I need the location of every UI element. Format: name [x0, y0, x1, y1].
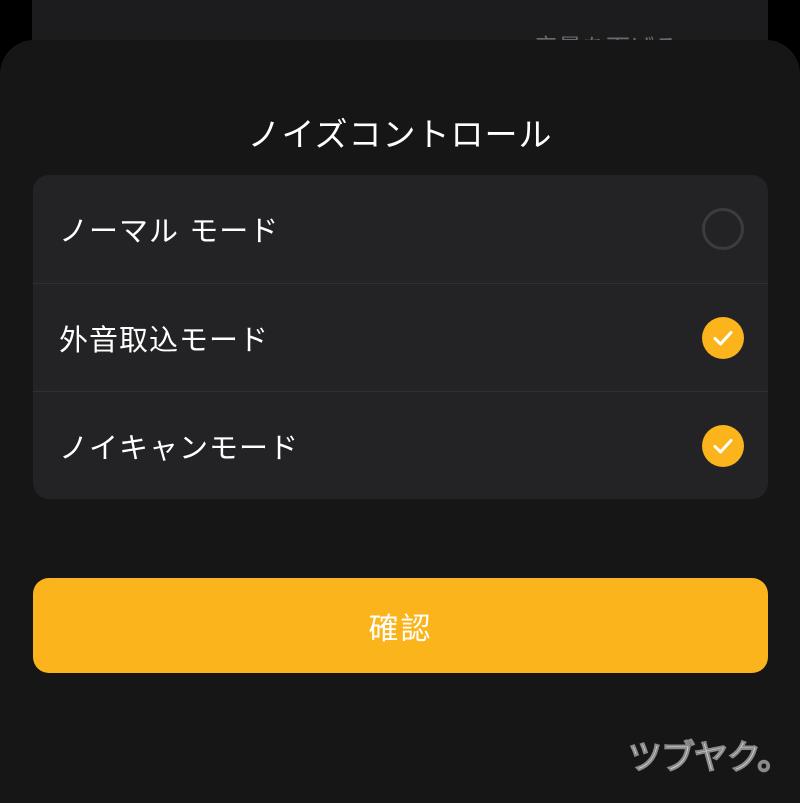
option-label: 外音取込モード [59, 322, 270, 357]
noise-mode-options: ノーマル モード 外音取込モード ノイキャンモード [33, 175, 768, 499]
watermark-logo: ツブヤク。 [627, 738, 791, 779]
radio-unchecked-icon[interactable] [702, 208, 744, 250]
option-ambient-mode[interactable]: 外音取込モード [33, 283, 768, 391]
confirm-button[interactable]: 確認 [33, 578, 768, 673]
screen: 音量を下げる ノイズコントロール ノーマル モード 外音取込モード ノイキャンモ… [0, 0, 800, 803]
option-label: ノーマル モード [59, 214, 280, 248]
option-normal-mode[interactable]: ノーマル モード [33, 175, 768, 283]
checkmark-icon[interactable] [702, 424, 744, 467]
checkmark-glyph [713, 438, 733, 453]
option-noise-cancel-mode[interactable]: ノイキャンモード [33, 391, 768, 499]
option-label: ノイキャンモード [59, 430, 300, 465]
checkmark-glyph [713, 330, 733, 345]
checkmark-icon[interactable] [702, 316, 744, 359]
sheet-title: ノイズコントロール [247, 115, 553, 154]
